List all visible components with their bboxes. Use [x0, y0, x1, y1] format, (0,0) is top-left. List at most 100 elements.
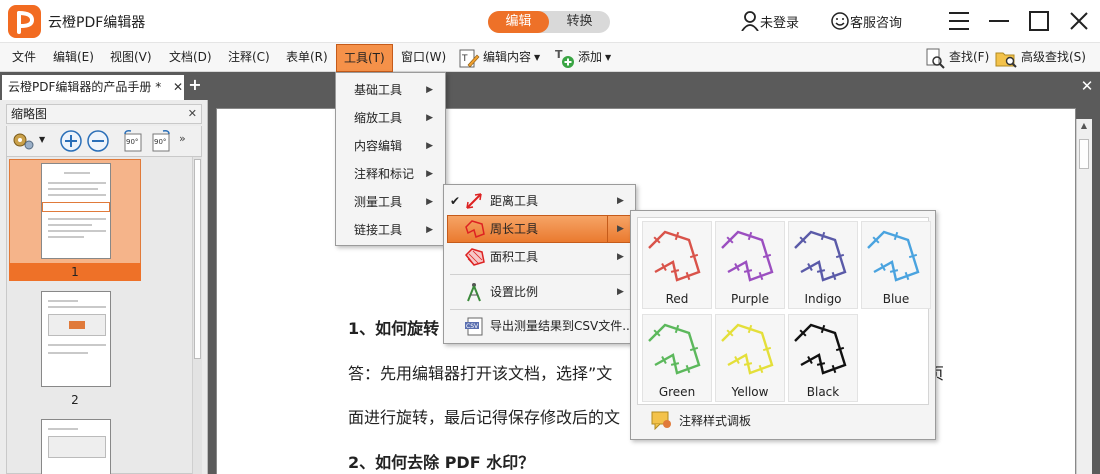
gear-icon[interactable]	[11, 130, 35, 152]
login-button[interactable]: 未登录	[740, 10, 799, 32]
tools-menu-item[interactable]: 内容编辑 ▶	[336, 132, 445, 160]
title-bar: 云橙PDF编辑器 编辑 转换 未登录 客服咨询	[0, 0, 1100, 42]
export-csv-item[interactable]: CSV 导出测量结果到CSV文件...	[444, 312, 635, 340]
chevron-right-icon: ▶	[426, 169, 433, 179]
folder-search-icon	[995, 52, 1017, 68]
rotate-right-icon[interactable]: 90°	[149, 129, 173, 153]
thumbnail-scrollbar[interactable]	[192, 157, 202, 474]
thumb-line	[48, 218, 106, 220]
rotate-left-icon[interactable]: 90°	[121, 129, 145, 153]
menu-comment[interactable]: 注释(C)	[228, 43, 270, 72]
close-tab-icon[interactable]: ✕	[173, 75, 183, 100]
document-scroll-thumb[interactable]	[1079, 139, 1089, 169]
chevron-right-icon: ▶	[426, 85, 433, 95]
edit-content-button[interactable]: T 编辑内容 ▼	[458, 43, 540, 72]
chevron-down-icon[interactable]: ▼	[39, 135, 45, 144]
advanced-find-button[interactable]: 高级查找(S)	[994, 43, 1086, 72]
maximize-icon[interactable]	[1026, 8, 1052, 34]
scroll-up-icon[interactable]: ▲	[1079, 121, 1089, 135]
tools-menu-item[interactable]: 缩放工具 ▶	[336, 104, 445, 132]
tools-menu-item[interactable]: 链接工具 ▶	[336, 216, 445, 244]
app-logo-icon	[8, 5, 41, 38]
chevron-right-icon: ▶	[617, 252, 624, 262]
document-tab[interactable]: 云橙PDF编辑器的产品手册 * ✕	[2, 75, 184, 100]
tools-menu-item[interactable]: 注释和标记 ▶	[336, 160, 445, 188]
tools-menu-item[interactable]: 测量工具 ▶	[336, 188, 445, 216]
menu-document[interactable]: 文档(D)	[169, 43, 212, 72]
measure-distance-label: 距离工具	[490, 194, 539, 208]
close-window-icon[interactable]	[1066, 8, 1092, 34]
mode-switch: 编辑 转换	[488, 11, 610, 33]
zoom-in-icon[interactable]	[59, 129, 83, 153]
swatch-blue[interactable]: Blue	[861, 221, 931, 309]
swatch-label: Indigo	[804, 292, 842, 306]
add-button[interactable]: T 添加 ▼	[553, 43, 611, 72]
tools-menu-label: 缩放工具	[354, 111, 403, 125]
support-button[interactable]: 客服咨询	[830, 10, 902, 32]
swatch-green[interactable]: Green	[642, 314, 712, 402]
tools-menu-item[interactable]: 基础工具 ▶	[336, 76, 445, 104]
add-tab-icon[interactable]: +	[188, 77, 202, 93]
tools-menu: 基础工具 ▶ 缩放工具 ▶ 内容编辑 ▶ 注释和标记 ▶ 测量工具 ▶ 链接工具 ▶	[335, 72, 446, 246]
thumbnail-page-3[interactable]	[41, 419, 111, 474]
thumb-line	[48, 428, 78, 430]
thumbnail-scroll-thumb[interactable]	[194, 159, 201, 359]
menu-edit[interactable]: 编辑(E)	[53, 43, 94, 72]
thumb-line	[48, 306, 106, 308]
swatch-yellow[interactable]: Yellow	[715, 314, 785, 402]
area-tool-icon	[464, 248, 485, 266]
mode-edit-button[interactable]: 编辑	[488, 11, 549, 33]
thumb-line	[48, 224, 92, 226]
find-button[interactable]: 查找(F)	[924, 43, 989, 72]
swatch-label: Red	[665, 292, 689, 306]
thumb-line	[48, 236, 84, 238]
close-all-icon[interactable]: ✕	[1078, 77, 1096, 95]
swatch-red[interactable]: Red	[642, 221, 712, 309]
thumb-image	[48, 436, 106, 458]
thumb-image	[48, 314, 106, 336]
style-palette-item[interactable]: 注释样式调板	[651, 409, 751, 431]
set-scale-item[interactable]: 设置比例 ▶	[444, 278, 635, 306]
perimeter-style-menu: Red Purple Indigo Blue Green Yellow Blac…	[630, 210, 936, 440]
menu-tools[interactable]: 工具(T)	[336, 44, 393, 72]
thumb-line	[48, 194, 106, 196]
add-text-icon: T	[555, 48, 574, 68]
measure-menu: ✔ 距离工具 ▶ 周长工具 ▶ 面积工具 ▶ 设置比例 ▶ CSV 导出测量结果…	[443, 184, 636, 344]
mode-convert-button[interactable]: 转换	[549, 11, 610, 33]
measure-distance-item[interactable]: ✔ 距离工具 ▶	[444, 187, 635, 215]
color-swatch-grid: Red Purple Indigo Blue Green Yellow Blac…	[637, 217, 931, 405]
chevron-right-icon: ▶	[617, 224, 624, 234]
perimeter-indigo-icon	[794, 230, 847, 282]
thumbnail-toolbar: ▼ 90° 90° »	[6, 126, 202, 156]
set-scale-label: 设置比例	[490, 285, 539, 299]
menu-divider	[450, 309, 630, 310]
tools-menu-label: 链接工具	[354, 223, 403, 237]
thumbnail-page-1[interactable]	[41, 163, 111, 259]
smiley-icon	[831, 12, 849, 30]
support-label: 客服咨询	[850, 15, 903, 31]
thumbnail-header: 缩略图 ✕	[6, 104, 202, 124]
minimize-icon[interactable]	[986, 8, 1012, 34]
edit-content-icon: T	[459, 49, 480, 67]
expand-icon[interactable]: »	[179, 132, 186, 145]
thumbnail-list: 1 2	[6, 156, 202, 474]
measure-area-item[interactable]: 面积工具 ▶	[444, 243, 635, 271]
doc-a1-line2: 面进行旋转，最后记得保存修改后的文	[348, 408, 621, 427]
thumbnail-title: 缩略图	[11, 107, 48, 121]
swatch-label: Purple	[731, 292, 769, 306]
menu-window[interactable]: 窗口(W)	[401, 43, 446, 72]
chevron-right-icon: ▶	[426, 225, 433, 235]
menu-view[interactable]: 视图(V)	[110, 43, 152, 72]
swatch-black[interactable]: Black	[788, 314, 858, 402]
swatch-indigo[interactable]: Indigo	[788, 221, 858, 309]
close-panel-icon[interactable]: ✕	[188, 105, 197, 123]
menu-file[interactable]: 文件	[12, 43, 36, 72]
menu-form[interactable]: 表单(R)	[286, 43, 328, 72]
measure-perimeter-item[interactable]: 周长工具 ▶	[444, 215, 635, 243]
zoom-out-icon[interactable]	[86, 129, 110, 153]
menu-hamburger-icon[interactable]	[946, 8, 972, 34]
thumbnail-page-2[interactable]	[41, 291, 111, 387]
find-icon	[926, 48, 945, 69]
document-scrollbar[interactable]: ▲	[1076, 119, 1092, 474]
swatch-purple[interactable]: Purple	[715, 221, 785, 309]
